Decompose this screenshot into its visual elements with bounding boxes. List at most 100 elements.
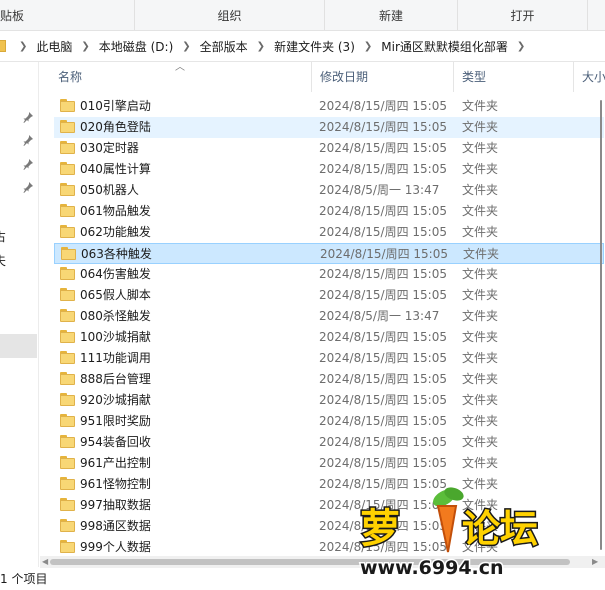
file-type: 文件夹 — [462, 330, 499, 344]
file-row[interactable]: 062功能触发 2024/8/15/周四 15:05 文件夹 — [54, 222, 604, 243]
file-name[interactable]: 961产出控制 — [80, 453, 300, 474]
chevron-right-icon[interactable]: ❯ — [175, 41, 197, 52]
file-row[interactable]: 050机器人 2024/8/5/周一 13:47 文件夹 — [54, 180, 604, 201]
file-date: 2024/8/15/周四 15:05 — [319, 267, 447, 281]
folder-icon — [0, 40, 6, 52]
file-row[interactable]: 954装备回收 2024/8/15/周四 15:05 文件夹 — [54, 432, 604, 453]
column-header-size[interactable]: 大小 — [574, 62, 605, 92]
folder-icon — [60, 99, 75, 113]
folder-icon — [60, 204, 75, 218]
forum-watermark-logo: 萝 论坛 www.6994.cn — [359, 487, 540, 580]
chevron-right-icon[interactable]: ❯ — [74, 41, 96, 52]
file-row[interactable]: 080杀怪触发 2024/8/5/周一 13:47 文件夹 — [54, 306, 604, 327]
chevron-right-icon[interactable]: ❯ — [357, 41, 379, 52]
file-row[interactable]: 010引擎启动 2024/8/15/周四 15:05 文件夹 — [54, 96, 604, 117]
ribbon-group-organize: 组织 — [135, 0, 325, 30]
file-type: 文件夹 — [462, 225, 499, 239]
file-name[interactable]: 997抽取数据 — [80, 495, 300, 516]
file-name[interactable]: 951限时奖励 — [80, 411, 300, 432]
folder-icon — [60, 351, 75, 365]
file-row[interactable]: 030定时器 2024/8/15/周四 15:05 文件夹 — [54, 138, 604, 159]
folder-icon — [61, 247, 76, 261]
file-name[interactable]: 061物品触发 — [80, 201, 300, 222]
folder-icon — [60, 120, 75, 134]
file-row[interactable]: 065假人脚本 2024/8/15/周四 15:05 文件夹 — [54, 285, 604, 306]
folder-icon — [60, 393, 75, 407]
folder-icon — [60, 183, 75, 197]
file-date: 2024/8/15/周四 15:05 — [319, 99, 447, 113]
file-row[interactable]: 111功能调用 2024/8/15/周四 15:05 文件夹 — [54, 348, 604, 369]
file-row[interactable]: 100沙城捐献 2024/8/15/周四 15:05 文件夹 — [54, 327, 604, 348]
column-header-name[interactable]: 名称 — [50, 62, 312, 92]
folder-icon — [60, 288, 75, 302]
file-name[interactable]: 050机器人 — [80, 180, 300, 201]
file-name[interactable]: 920沙城捐献 — [80, 390, 300, 411]
pin-icon[interactable] — [22, 158, 34, 170]
file-date: 2024/8/5/周一 13:47 — [319, 183, 440, 197]
file-date: 2024/8/15/周四 15:05 — [319, 162, 447, 176]
folder-icon — [60, 309, 75, 323]
file-date: 2024/8/15/周四 15:05 — [319, 351, 447, 365]
file-row[interactable]: 063各种触发 2024/8/15/周四 15:05 文件夹 — [54, 243, 604, 264]
file-row[interactable]: 040属性计算 2024/8/15/周四 15:05 文件夹 — [54, 159, 604, 180]
pin-icon[interactable] — [22, 181, 34, 193]
column-header-date[interactable]: 修改日期 — [312, 62, 454, 92]
pin-icon[interactable] — [22, 111, 34, 123]
file-type: 文件夹 — [462, 309, 499, 323]
file-row[interactable]: 951限时奖励 2024/8/15/周四 15:05 文件夹 — [54, 411, 604, 432]
chevron-right-icon[interactable]: ❯ — [250, 41, 272, 52]
watermark-url: www.6994.cn — [360, 557, 504, 579]
crumb-all-versions[interactable]: 全部版本 — [198, 38, 250, 55]
folder-icon — [60, 414, 75, 428]
file-date: 2024/8/15/周四 15:05 — [319, 141, 447, 155]
ribbon: 贴板 组织 新建 打开 — [0, 0, 605, 31]
file-row[interactable]: 064伤害触发 2024/8/15/周四 15:05 文件夹 — [54, 264, 604, 285]
chevron-right-icon[interactable]: ❯ — [12, 41, 34, 52]
breadcrumb: ❯ 此电脑 ❯ 本地磁盘 (D:) ❯ 全部版本 ❯ 新建文件夹 (3) ❯ M… — [0, 31, 532, 61]
file-name[interactable]: 062功能触发 — [80, 222, 300, 243]
file-name[interactable]: 065假人脚本 — [80, 285, 300, 306]
file-name[interactable]: 961怪物控制 — [80, 474, 300, 495]
file-type: 文件夹 — [462, 267, 499, 281]
folder-icon — [60, 267, 75, 281]
file-name[interactable]: 888后台管理 — [80, 369, 300, 390]
file-date: 2024/8/15/周四 15:05 — [319, 456, 447, 470]
folder-icon — [60, 540, 75, 554]
file-name[interactable]: 030定时器 — [80, 138, 300, 159]
file-name[interactable]: 080杀怪触发 — [80, 306, 300, 327]
file-name[interactable]: 040属性计算 — [80, 159, 300, 180]
file-name[interactable]: 954装备回收 — [80, 432, 300, 453]
address-bar[interactable]: ❯ 此电脑 ❯ 本地磁盘 (D:) ❯ 全部版本 ❯ 新建文件夹 (3) ❯ M… — [0, 31, 605, 62]
file-name[interactable]: 111功能调用 — [80, 348, 300, 369]
folder-icon — [60, 498, 75, 512]
file-name[interactable]: 100沙城捐献 — [80, 327, 300, 348]
file-row[interactable]: 961产出控制 2024/8/15/周四 15:05 文件夹 — [54, 453, 604, 474]
file-type: 文件夹 — [462, 141, 499, 155]
folder-icon — [60, 162, 75, 176]
crumb-this-pc[interactable]: 此电脑 — [34, 38, 74, 55]
nav-item-fragment[interactable]: 夫 — [0, 252, 6, 269]
file-row[interactable]: 888后台管理 2024/8/15/周四 15:05 文件夹 — [54, 369, 604, 390]
folder-icon — [60, 519, 75, 533]
chevron-right-icon[interactable]: ❯ — [510, 41, 532, 52]
nav-item-fragment[interactable]: 占 — [0, 228, 6, 245]
file-row[interactable]: 920沙城捐献 2024/8/15/周四 15:05 文件夹 — [54, 390, 604, 411]
file-type: 文件夹 — [462, 351, 499, 365]
pin-icon[interactable] — [22, 134, 34, 146]
crumb-new-folder-3[interactable]: 新建文件夹 (3) — [272, 38, 357, 55]
file-name[interactable]: 998通区数据 — [80, 516, 300, 537]
scroll-left-icon[interactable]: ◀ — [42, 556, 48, 568]
file-name[interactable]: 064伤害触发 — [80, 264, 300, 285]
column-header-type[interactable]: 类型 — [454, 62, 574, 92]
file-row[interactable]: 020角色登陆 2024/8/15/周四 15:05 文件夹 — [54, 117, 604, 138]
file-name[interactable]: 063各种触发 — [81, 244, 301, 265]
file-type: 文件夹 — [462, 414, 499, 428]
navigation-pane: 占 夫 — [0, 62, 39, 567]
crumb-current-folder[interactable]: Mir通区默默模组化部署 — [379, 38, 510, 55]
crumb-local-disk[interactable]: 本地磁盘 (D:) — [97, 38, 175, 55]
file-row[interactable]: 061物品触发 2024/8/15/周四 15:05 文件夹 — [54, 201, 604, 222]
file-name[interactable]: 010引擎启动 — [80, 96, 300, 117]
file-name[interactable]: 020角色登陆 — [80, 117, 300, 138]
file-name[interactable]: 999个人数据 — [80, 537, 300, 558]
nav-item-selected[interactable] — [0, 334, 37, 358]
